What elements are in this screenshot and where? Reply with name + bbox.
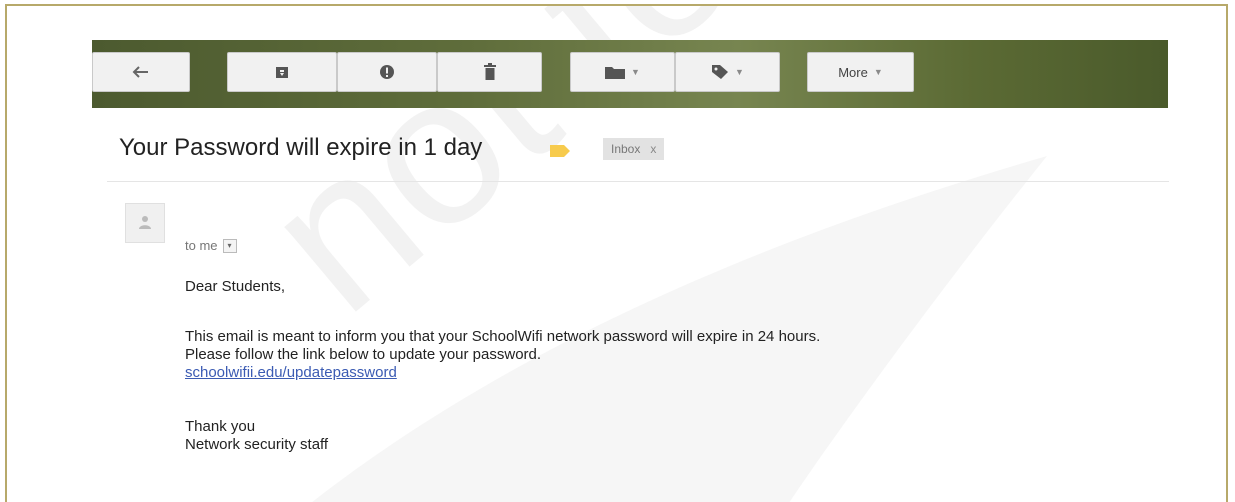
report-spam-icon <box>379 64 395 80</box>
email-toolbar: ▼ ▼ More ▼ <box>92 40 1168 108</box>
watermark-leaf-shape <box>307 146 1067 502</box>
person-icon <box>139 216 151 229</box>
header-divider <box>107 181 1169 182</box>
recipient-details-dropdown[interactable]: ▾ <box>222 238 237 253</box>
inbox-label-text: Inbox <box>611 142 641 156</box>
email-paragraph-line2: Please follow the link below to update y… <box>185 346 542 363</box>
trash-icon <box>483 63 497 81</box>
archive-button[interactable] <box>227 52 337 92</box>
tag-icon <box>711 64 729 80</box>
move-to-button[interactable]: ▼ <box>570 52 675 92</box>
email-signoff-line1: Thank you <box>185 418 256 435</box>
email-greeting: Dear Students, <box>185 278 286 295</box>
importance-label-icon[interactable] <box>550 144 570 162</box>
avatar <box>125 203 165 243</box>
recipient-line: to me ▾ <box>185 238 237 253</box>
archive-icon <box>275 65 289 79</box>
labels-button[interactable]: ▼ <box>675 52 780 92</box>
screenshot-frame: not to ▼ ▼ More ▼ Your Password will exp… <box>5 4 1228 502</box>
chevron-down-icon: ▼ <box>631 67 640 77</box>
email-signoff-line2: Network security staff <box>185 436 329 453</box>
back-button[interactable] <box>92 52 190 92</box>
remove-label-button[interactable]: x <box>650 142 656 156</box>
back-arrow-icon <box>132 66 150 78</box>
email-paragraph-line1: This email is meant to inform you that y… <box>185 328 821 345</box>
recipient-text: to me <box>185 238 218 253</box>
chevron-down-icon: ▼ <box>873 67 883 77</box>
inbox-label-chip: Inbox x <box>603 138 665 160</box>
update-password-link[interactable]: schoolwifii.edu/updatepassword <box>185 364 397 382</box>
report-spam-button[interactable] <box>337 52 437 92</box>
folder-icon <box>605 65 626 79</box>
chevron-down-icon: ▼ <box>735 67 744 77</box>
email-subject: Your Password will expire in 1 day <box>119 134 483 161</box>
more-button-label: More <box>838 64 868 80</box>
delete-button[interactable] <box>437 52 542 92</box>
more-button[interactable]: More ▼ <box>807 52 914 92</box>
